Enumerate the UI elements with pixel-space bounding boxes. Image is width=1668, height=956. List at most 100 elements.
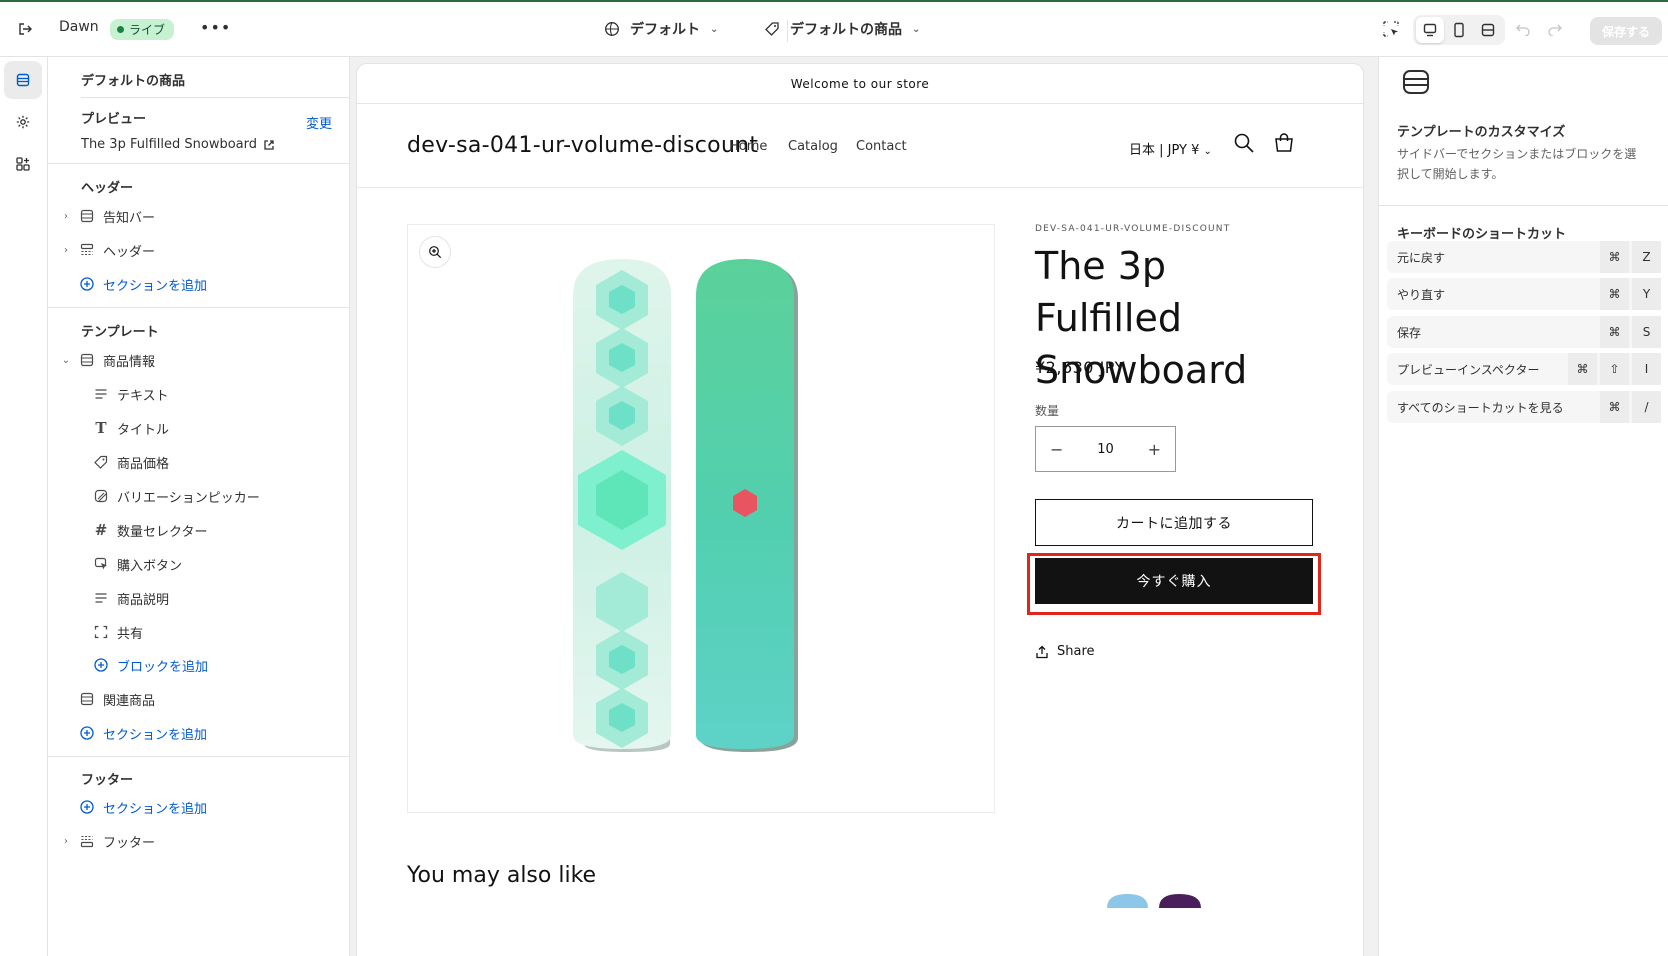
preview-product-name: The 3p Fulfilled Snowboard [81,137,257,152]
footer-section-icon [79,833,95,849]
live-dot-icon [117,26,124,33]
block-item-quantity-selector[interactable]: # 数量セレクター [93,520,208,540]
apps-icon[interactable] [4,145,42,183]
plus-circle-icon [79,799,95,815]
command-key: ⌘ [1600,278,1629,310]
save-button[interactable]: 保存する [1590,17,1662,45]
tag-icon [765,22,779,36]
key: Z [1632,241,1661,273]
quantity-increase-button[interactable]: + [1148,440,1161,459]
sidebar-item-label: 告知バー [103,210,156,226]
footer-group-heading: フッター [81,773,134,788]
chevron-right-icon: › [64,210,68,222]
quantity-decrease-button[interactable]: − [1050,440,1063,459]
search-icon[interactable] [1233,132,1255,158]
block-item-text[interactable]: テキスト [93,384,169,404]
related-product-thumbnails [1107,894,1201,908]
related-products-heading: You may also like [407,863,597,888]
sidebar-item-announcement-bar[interactable]: › 告知バー [61,206,155,226]
share-label: Share [1057,644,1095,659]
sidebar-item-footer[interactable]: › フッター [61,831,155,851]
full-width-view-icon[interactable] [1474,17,1502,43]
shortcut-row-save: 保存 ⌘ S [1387,316,1661,348]
device-switcher [1413,15,1505,45]
block-item-share[interactable]: 共有 [93,622,143,642]
cart-icon[interactable] [1273,132,1295,158]
gear-icon[interactable] [4,103,42,141]
locale-selector[interactable]: 日本 | JPY ¥ ⌄ [1129,139,1212,158]
change-preview-link[interactable]: 変更 [306,113,332,132]
shortcut-row-inspector: プレビューインスペクター ⌘ ⇧ I [1387,353,1661,385]
sidebar-item-header[interactable]: › ヘッダー [61,240,155,260]
undo-icon[interactable] [1515,20,1531,40]
block-item-label: 共有 [117,626,144,642]
shortcut-row-all[interactable]: すべてのショートカットを見る ⌘ / [1387,391,1661,423]
desktop-view-icon[interactable] [1415,17,1444,43]
shortcut-label: 元に戻す [1397,250,1446,265]
more-actions-button[interactable]: ••• [200,18,231,37]
block-item-description[interactable]: 商品説明 [93,588,169,608]
text-lines-icon [93,386,109,402]
shortcut-row-undo: 元に戻す ⌘ Z [1387,241,1661,273]
store-preview: Welcome to our store dev-sa-041-ur-volum… [357,64,1363,956]
exit-icon[interactable] [14,18,36,40]
price-tag-icon [93,454,109,470]
chevron-right-icon: › [64,835,68,847]
sidebar-item-product-info[interactable]: ⌄ 商品情報 [61,350,155,370]
nav-link-catalog[interactable]: Catalog [788,139,838,154]
chevron-down-icon: ⌄ [912,23,921,35]
chevron-down-icon: ⌄ [1203,146,1212,157]
layout-picker[interactable]: デフォルト ⌄ [604,19,718,39]
store-logo-text[interactable]: dev-sa-041-ur-volume-discount [407,133,758,158]
block-item-label: 商品価格 [117,456,170,472]
block-item-title[interactable]: T タイトル [93,418,169,438]
add-block-label: ブロックを追加 [117,659,209,675]
section-icon [79,208,95,224]
sidebar-item-related-products[interactable]: 関連商品 [79,689,155,709]
template-picker[interactable]: デフォルトの商品 ⌄ [764,19,920,39]
block-item-buy-buttons[interactable]: 購入ボタン [93,554,182,574]
sections-icon[interactable] [4,61,42,99]
plus-circle-icon [93,657,109,673]
mobile-view-icon[interactable] [1445,17,1473,43]
shortcut-row-redo: やり直す ⌘ Y [1387,278,1661,310]
block-item-label: テキスト [117,388,169,404]
command-key: ⌘ [1568,353,1597,385]
share-button[interactable]: Share [1035,644,1095,659]
preview-heading: プレビュー [81,112,147,127]
key: S [1632,316,1661,348]
nav-link-home[interactable]: Home [729,139,767,154]
add-section-label: セクションを追加 [103,801,208,817]
sidebar-item-label: ヘッダー [103,244,156,260]
text-lines-icon [93,590,109,606]
shift-key: ⇧ [1600,353,1629,385]
block-item-price[interactable]: 商品価格 [93,452,169,472]
locale-selector-label: 日本 | JPY ¥ [1129,143,1200,158]
block-item-variant-picker[interactable]: バリエーションピッカー [93,486,260,506]
live-badge: ライブ [110,19,175,40]
preview-product[interactable]: The 3p Fulfilled Snowboard [81,137,275,152]
add-block-button[interactable]: ブロックを追加 [93,655,208,675]
shortcut-label: やり直す [1397,287,1446,302]
divider [1379,205,1668,206]
quantity-input[interactable]: 10 [1097,442,1114,457]
shortcut-label: 保存 [1397,325,1422,340]
template-sections-icon [1401,67,1431,101]
sidebar-item-label: 商品情報 [103,354,156,370]
block-item-label: 購入ボタン [117,558,183,574]
block-item-label: 商品説明 [117,592,170,608]
layout-picker-label: デフォルト [630,22,700,38]
product-vendor: DEV-SA-041-UR-VOLUME-DISCOUNT [1035,224,1231,234]
buy-now-button[interactable]: 今すぐ購入 [1035,558,1313,604]
add-section-label: セクションを追加 [103,278,208,294]
product-media[interactable] [407,224,995,813]
inspector-select-icon[interactable] [1382,20,1400,42]
block-item-label: タイトル [117,422,170,438]
add-section-template-button[interactable]: セクションを追加 [79,723,207,743]
redo-icon[interactable] [1547,20,1563,40]
nav-link-contact[interactable]: Contact [856,139,907,154]
add-section-footer-button[interactable]: セクションを追加 [79,797,207,817]
add-section-header-button[interactable]: セクションを追加 [79,274,207,294]
external-link-icon [264,139,274,150]
add-to-cart-button[interactable]: カートに追加する [1035,499,1313,546]
